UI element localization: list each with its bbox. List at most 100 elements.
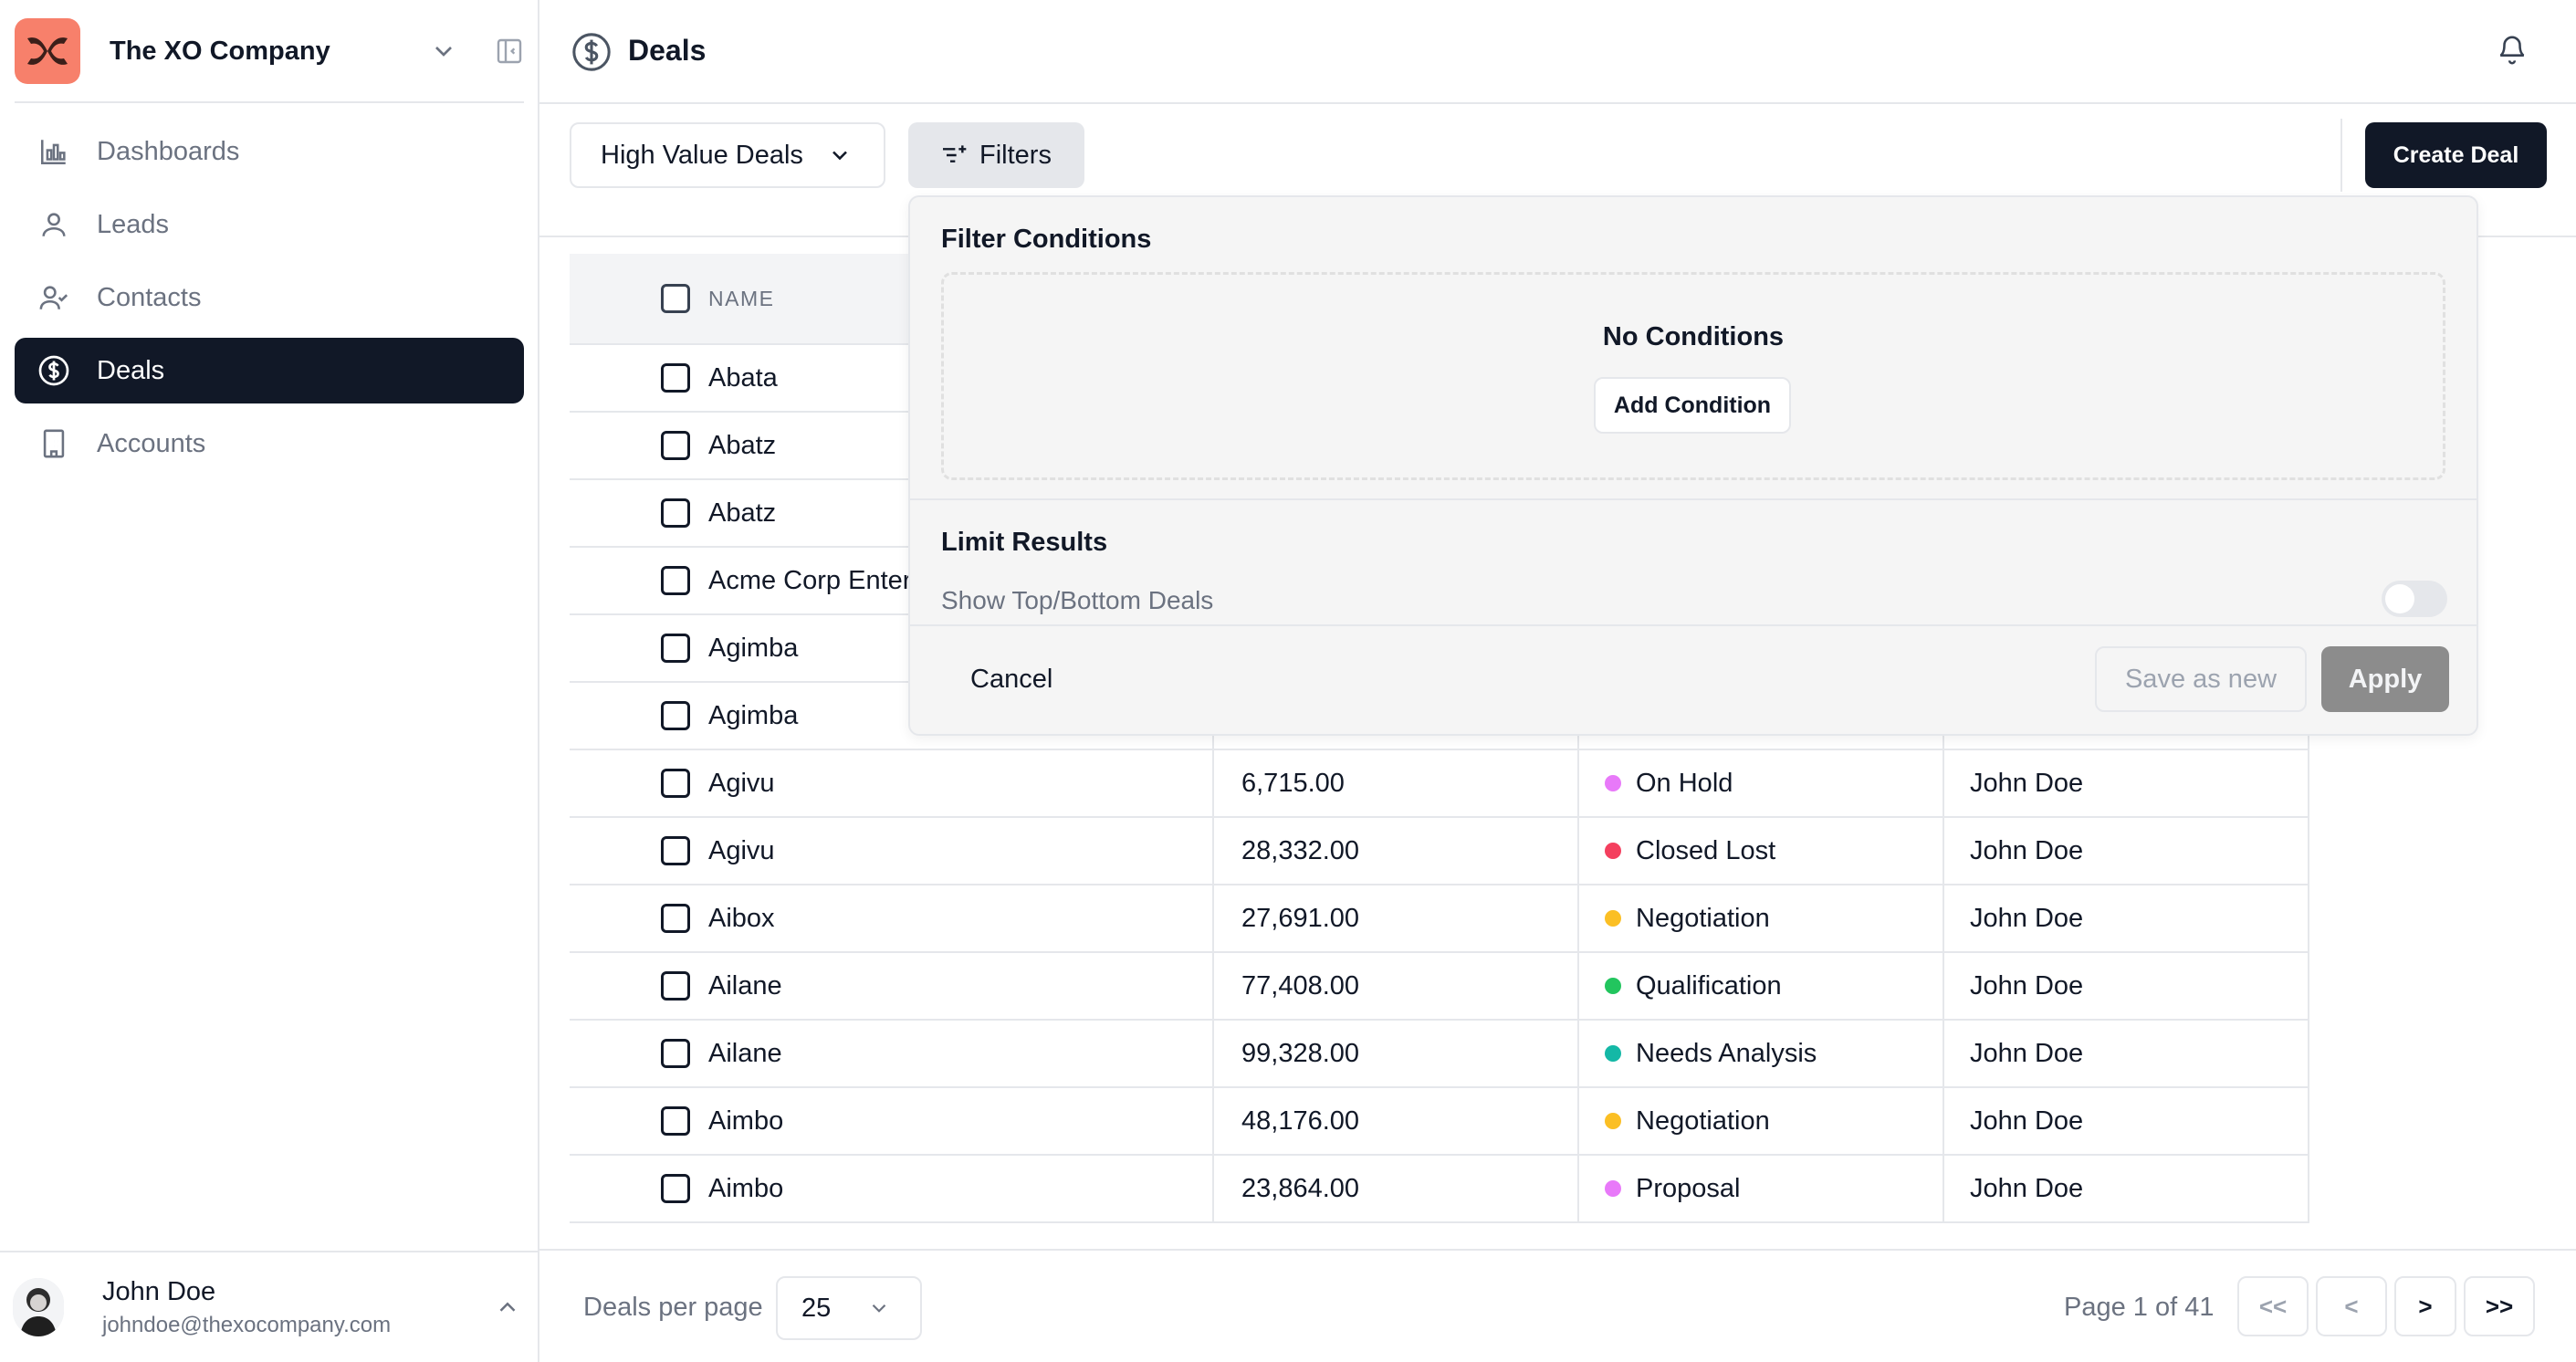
amount-cell: 28,332.00 xyxy=(1214,818,1579,884)
deal-name: Agivu xyxy=(708,835,775,865)
dollar-circle-icon xyxy=(572,33,611,71)
row-checkbox[interactable] xyxy=(661,1039,690,1068)
sidebar-item-label: Deals xyxy=(97,355,165,385)
row-checkbox[interactable] xyxy=(661,971,690,1001)
sidebar-item-deals[interactable]: Deals xyxy=(15,338,524,403)
sidebar-item-contacts[interactable]: Contacts xyxy=(15,265,524,330)
top-bottom-toggle[interactable] xyxy=(2382,581,2447,617)
table-row[interactable]: Ailane 99,328.00 Needs Analysis John Doe xyxy=(570,1021,2309,1088)
deal-name: Agimba xyxy=(708,633,799,663)
top-bottom-toggle-label: Show Top/Bottom Deals xyxy=(941,586,1214,614)
user-email: johndoe@thexocompany.com xyxy=(102,1312,392,1337)
popover-divider xyxy=(910,498,2477,500)
apply-button[interactable]: Apply xyxy=(2321,646,2449,712)
name-cell: Agivu xyxy=(570,818,1214,884)
sidebar-item-dashboards[interactable]: Dashboards xyxy=(15,119,524,184)
deal-stage: Proposal xyxy=(1636,1173,1741,1203)
user-name: John Doe xyxy=(102,1276,216,1306)
deal-owner: John Doe xyxy=(1970,1173,2084,1203)
save-as-new-button[interactable]: Save as new xyxy=(2095,646,2307,712)
toggle-knob xyxy=(2385,584,2414,613)
deal-amount: 48,176.00 xyxy=(1241,1105,1360,1136)
row-checkbox[interactable] xyxy=(661,836,690,865)
name-column-header: NAME xyxy=(570,284,774,313)
row-checkbox[interactable] xyxy=(661,431,690,460)
sidebar-item-label: Contacts xyxy=(97,282,202,312)
table-row[interactable]: Agivu 6,715.00 On Hold John Doe xyxy=(570,750,2309,818)
chevron-up-icon[interactable] xyxy=(494,1294,521,1321)
row-checkbox[interactable] xyxy=(661,634,690,663)
stage-dot xyxy=(1605,843,1621,859)
name-cell: Aimbo xyxy=(570,1088,1214,1154)
deal-amount: 23,864.00 xyxy=(1241,1173,1360,1203)
create-deal-button[interactable]: Create Deal xyxy=(2365,122,2547,188)
no-conditions-text: No Conditions xyxy=(1602,322,1785,351)
stage-dot xyxy=(1605,978,1621,994)
table-row[interactable]: Aimbo 48,176.00 Negotiation John Doe xyxy=(570,1088,2309,1156)
last-page-button[interactable]: >> xyxy=(2464,1276,2535,1336)
stage-dot xyxy=(1605,775,1621,791)
sidebar-item-label: Accounts xyxy=(97,428,206,458)
table-row[interactable]: Aibox 27,691.00 Negotiation John Doe xyxy=(570,885,2309,953)
user-info: John Doe johndoe@thexocompany.com xyxy=(102,1277,494,1338)
stage-dot xyxy=(1605,1045,1621,1062)
chevron-down-icon[interactable] xyxy=(429,37,458,66)
previous-page-button[interactable]: < xyxy=(2316,1276,2387,1336)
name-cell: Aimbo xyxy=(570,1156,1214,1221)
cancel-button[interactable]: Cancel xyxy=(970,665,1052,695)
column-header-name: NAME xyxy=(708,286,775,310)
sidebar-divider xyxy=(15,101,524,103)
view-select-label: High Value Deals xyxy=(601,140,803,170)
select-all-checkbox[interactable] xyxy=(661,284,690,313)
deal-owner: John Doe xyxy=(1970,1105,2084,1136)
owner-cell: John Doe xyxy=(1944,1156,2309,1221)
user-menu[interactable]: John Doe johndoe@thexocompany.com xyxy=(0,1251,538,1362)
sidebar-collapse-icon[interactable] xyxy=(495,37,524,66)
limit-results-title: Limit Results xyxy=(941,528,1108,557)
deal-stage: Negotiation xyxy=(1636,903,1770,933)
amount-cell: 77,408.00 xyxy=(1214,953,1579,1019)
deal-name: Abatz xyxy=(708,498,777,528)
row-checkbox[interactable] xyxy=(661,1106,690,1136)
deal-stage: Needs Analysis xyxy=(1636,1038,1817,1068)
user-check-icon xyxy=(37,280,71,315)
table-row[interactable]: Agivu 28,332.00 Closed Lost John Doe xyxy=(570,818,2309,885)
row-checkbox[interactable] xyxy=(661,566,690,595)
table-row[interactable]: Ailane 77,408.00 Qualification John Doe xyxy=(570,953,2309,1021)
row-checkbox[interactable] xyxy=(661,1174,690,1203)
amount-cell: 48,176.00 xyxy=(1214,1088,1579,1154)
deal-name: Abata xyxy=(708,362,778,393)
deal-amount: 27,691.00 xyxy=(1241,903,1360,933)
row-checkbox[interactable] xyxy=(661,701,690,730)
per-page-select[interactable]: 25 xyxy=(776,1276,922,1340)
filter-popover-title: Filter Conditions xyxy=(941,225,1152,254)
company-switcher[interactable]: The XO Company xyxy=(15,15,524,88)
next-page-button[interactable]: > xyxy=(2394,1276,2456,1336)
sidebar-item-leads[interactable]: Leads xyxy=(15,192,524,257)
owner-cell: John Doe xyxy=(1944,1021,2309,1086)
owner-cell: John Doe xyxy=(1944,750,2309,816)
row-checkbox[interactable] xyxy=(661,904,690,933)
bell-icon[interactable] xyxy=(2497,35,2528,66)
dollar-circle-icon xyxy=(37,353,71,388)
deal-name: Ailane xyxy=(708,1038,782,1068)
first-page-button[interactable]: << xyxy=(2237,1276,2309,1336)
filter-popover: Filter Conditions No Conditions Add Cond… xyxy=(908,195,2478,736)
sidebar-item-accounts[interactable]: Accounts xyxy=(15,411,524,477)
filters-button[interactable]: Filters xyxy=(908,122,1084,188)
deal-name: Aimbo xyxy=(708,1105,784,1136)
avatar xyxy=(13,1278,64,1336)
sidebar-item-label: Dashboards xyxy=(97,136,240,166)
table-row[interactable]: Aimbo 23,864.00 Proposal John Doe xyxy=(570,1156,2309,1223)
view-select[interactable]: High Value Deals xyxy=(570,122,885,188)
stage-dot xyxy=(1605,1113,1621,1129)
deal-name: Ailane xyxy=(708,970,782,1001)
filter-plus-icon xyxy=(943,145,967,162)
bar-chart-icon xyxy=(37,134,71,169)
row-checkbox[interactable] xyxy=(661,363,690,393)
chevron-down-icon xyxy=(832,151,847,161)
row-checkbox[interactable] xyxy=(661,769,690,798)
deal-name: Agivu xyxy=(708,768,775,798)
row-checkbox[interactable] xyxy=(661,498,690,528)
add-condition-button[interactable]: Add Condition xyxy=(1594,377,1791,434)
